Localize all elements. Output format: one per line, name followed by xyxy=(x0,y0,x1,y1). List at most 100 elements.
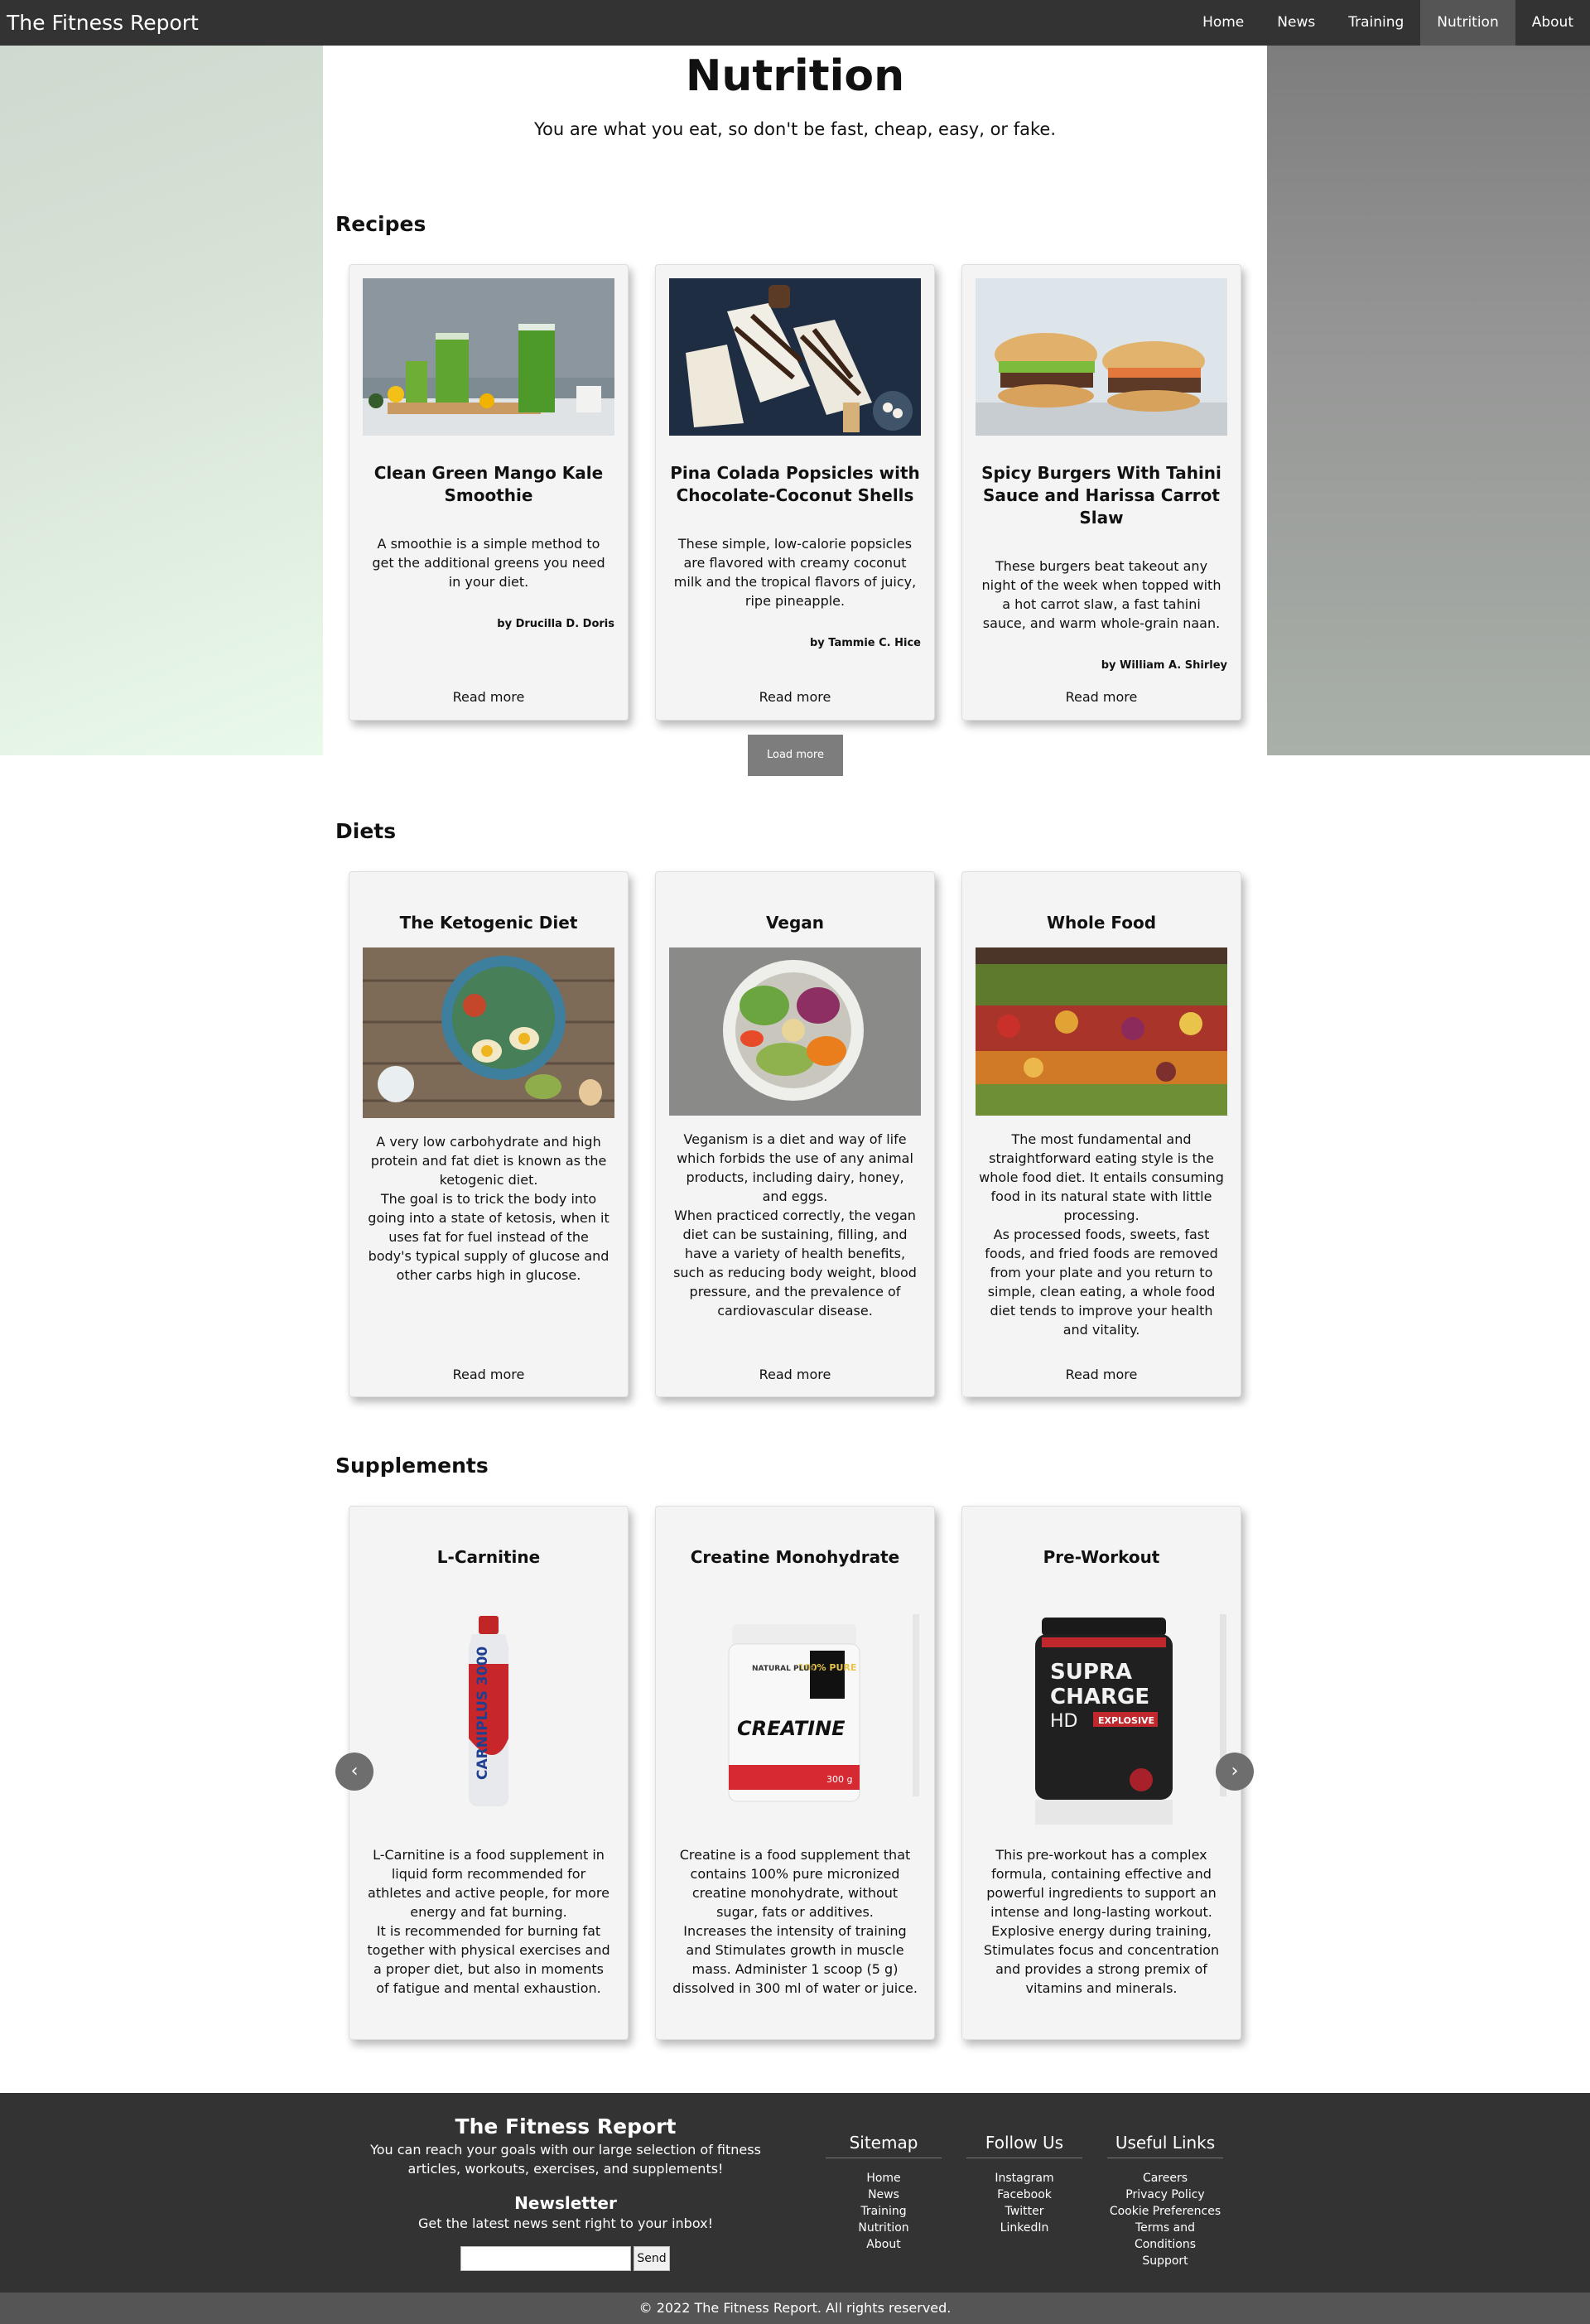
keto-image xyxy=(363,947,614,1118)
footer-follow-us: Follow Us Instagram Facebook Twitter Lin… xyxy=(966,2133,1082,2236)
footer-link-instagram[interactable]: Instagram xyxy=(966,2170,1082,2187)
footer-link[interactable]: News xyxy=(826,2187,942,2203)
site-brand[interactable]: The Fitness Report xyxy=(7,0,199,46)
read-more-link[interactable]: Read more xyxy=(349,1367,628,1382)
footer-column-title: Sitemap xyxy=(826,2133,942,2158)
footer-link-facebook[interactable]: Facebook xyxy=(966,2187,1082,2203)
newsletter-send-button[interactable]: Send xyxy=(634,2246,670,2271)
section-title-diets: Diets xyxy=(335,819,397,843)
chevron-left-icon: ‹ xyxy=(350,1761,359,1782)
supplement-description-part: Increases the intensity of training and … xyxy=(672,1923,918,1996)
diet-card: Vegan Veganism is a diet and way of life… xyxy=(655,871,935,1397)
whole-food-image xyxy=(976,947,1227,1116)
supplement-description-part: It is recommended for burning fat togeth… xyxy=(367,1923,610,1996)
load-more-button[interactable]: Load more xyxy=(748,735,843,776)
hero-background-left xyxy=(0,46,323,755)
chevron-right-icon: › xyxy=(1231,1761,1239,1782)
creatine-jar-image: 100% PURE NATURAL PLUS CREATINE 300 g xyxy=(669,1614,921,1813)
diet-description-part: The most fundamental and straightforward… xyxy=(979,1131,1224,1223)
tub-tag-text: EXPLOSIVE xyxy=(1098,1715,1154,1726)
carousel-next-button[interactable]: › xyxy=(1216,1753,1254,1791)
read-more-link[interactable]: Read more xyxy=(349,689,628,705)
l-carnitine-bottle-image: CARNIPLUS 3000 xyxy=(363,1614,614,1813)
read-more-link[interactable]: Read more xyxy=(656,689,934,705)
read-more-link[interactable]: Read more xyxy=(962,1367,1241,1382)
supplement-description: L-Carnitine is a food supplement in liqu… xyxy=(366,1845,611,1998)
copyright-bar: © 2022 The Fitness Report. All rights re… xyxy=(0,2293,1590,2324)
diet-card: Whole Food The most fundamental and stra… xyxy=(961,871,1241,1397)
supplement-card: L-Carnitine CARNIPLUS 3000 L-Carnitine i… xyxy=(349,1506,629,2040)
popsicles-image xyxy=(669,278,921,436)
supplement-card: Pre-Workout SUPRA CHARGE HD EXPLOSIVE Th… xyxy=(961,1506,1241,2040)
pre-workout-tub-image: SUPRA CHARGE HD EXPLOSIVE xyxy=(976,1614,1227,1830)
jar-name-text: CREATINE xyxy=(737,1717,846,1740)
footer-link[interactable]: Cookie Preferences xyxy=(1107,2203,1223,2220)
tub-name-line1: SUPRA xyxy=(1050,1660,1132,1685)
diet-description-part: A very low carbohydrate and high protein… xyxy=(370,1134,607,1188)
footer-link[interactable]: Nutrition xyxy=(826,2220,942,2236)
nav-link-news[interactable]: News xyxy=(1260,0,1332,46)
diet-description: The most fundamental and straightforward… xyxy=(979,1130,1224,1339)
footer-link[interactable]: About xyxy=(826,2236,942,2253)
recipe-author: by William A. Shirley xyxy=(1101,659,1227,672)
recipe-card: Pina Colada Popsicles with Chocolate-Coc… xyxy=(655,264,935,721)
recipe-description: These burgers beat takeout any night of … xyxy=(981,558,1221,631)
section-title-supplements: Supplements xyxy=(335,1454,489,1478)
jar-brand-text: NATURAL PLUS xyxy=(752,1665,815,1673)
carousel-prev-button[interactable]: ‹ xyxy=(335,1753,373,1791)
recipe-description: A smoothie is a simple method to get the… xyxy=(372,536,605,590)
diet-description-part: The goal is to trick the body into going… xyxy=(368,1191,610,1283)
jar-weight-text: 300 g xyxy=(826,1774,852,1785)
newsletter-title: Newsletter xyxy=(514,2193,617,2213)
nav-link-training[interactable]: Training xyxy=(1332,0,1420,46)
footer-link[interactable]: Privacy Policy xyxy=(1107,2187,1223,2203)
section-title-recipes: Recipes xyxy=(335,212,426,236)
footer-link[interactable]: Home xyxy=(826,2170,942,2187)
supplement-title: Pre-Workout xyxy=(1043,1547,1160,1567)
supplement-description-part: Creatine is a food supplement that conta… xyxy=(679,1847,911,1920)
supplement-title: L-Carnitine xyxy=(436,1547,541,1567)
footer-sitemap: Sitemap Home News Training Nutrition Abo… xyxy=(826,2133,942,2253)
page-title: Nutrition xyxy=(685,51,905,101)
recipe-description: These simple, low-calorie popsicles are … xyxy=(673,536,917,609)
supplement-description: This pre-workout has a complex formula, … xyxy=(979,1845,1224,1998)
page-tagline: You are what you eat, so don't be fast, … xyxy=(533,119,1056,139)
diet-description-part: When practiced correctly, the vegan diet… xyxy=(673,1208,917,1319)
footer: The Fitness Report You can reach your go… xyxy=(0,2093,1590,2293)
diet-description-part: Veganism is a diet and way of life which… xyxy=(677,1131,913,1204)
diet-title: Vegan xyxy=(766,913,824,933)
recipe-author: by Drucilla D. Doris xyxy=(497,618,614,630)
top-navigation: The Fitness Report Home News Training Nu… xyxy=(0,0,1590,46)
smoothie-image xyxy=(363,278,614,436)
read-more-link[interactable]: Read more xyxy=(656,1367,934,1382)
footer-column-title: Useful Links xyxy=(1107,2133,1223,2158)
diet-description: Veganism is a diet and way of life which… xyxy=(672,1130,918,1320)
nav-link-about[interactable]: About xyxy=(1515,0,1590,46)
recipe-card: Spicy Burgers With Tahini Sauce and Hari… xyxy=(961,264,1241,721)
recipe-title: Pina Colada Popsicles with Chocolate-Coc… xyxy=(670,463,920,505)
footer-link[interactable]: Training xyxy=(826,2203,942,2220)
nav-link-nutrition[interactable]: Nutrition xyxy=(1420,0,1515,46)
diet-title: The Ketogenic Diet xyxy=(399,913,578,933)
recipe-title: Spicy Burgers With Tahini Sauce and Hari… xyxy=(981,463,1221,528)
newsletter-email-input[interactable] xyxy=(460,2246,631,2271)
footer-useful-links: Useful Links Careers Privacy Policy Cook… xyxy=(1107,2133,1223,2269)
footer-link[interactable]: Terms and Conditions xyxy=(1107,2220,1223,2253)
supplement-description-part: This pre-workout has a complex formula, … xyxy=(983,1847,1220,1996)
recipe-title: Clean Green Mango Kale Smoothie xyxy=(373,463,604,505)
footer-link-linkedin[interactable]: LinkedIn xyxy=(966,2220,1082,2236)
read-more-link[interactable]: Read more xyxy=(962,689,1241,705)
tub-name-line2: CHARGE xyxy=(1050,1685,1149,1709)
burgers-image xyxy=(976,278,1227,436)
footer-link[interactable]: Careers xyxy=(1107,2170,1223,2187)
footer-link[interactable]: Support xyxy=(1107,2253,1223,2269)
nav-link-home[interactable]: Home xyxy=(1186,0,1260,46)
diet-description-part: As processed foods, sweets, fast foods, … xyxy=(985,1227,1218,1338)
recipe-author: by Tammie C. Hice xyxy=(809,637,921,649)
footer-link-twitter[interactable]: Twitter xyxy=(966,2203,1082,2220)
supplement-description: Creatine is a food supplement that conta… xyxy=(672,1845,918,1998)
hero-background-right xyxy=(1267,46,1590,755)
bottle-label-text: CARNIPLUS 3000 xyxy=(475,1647,491,1780)
footer-column-title: Follow Us xyxy=(966,2133,1082,2158)
newsletter-subtitle: Get the latest news sent right to your i… xyxy=(418,2216,713,2231)
